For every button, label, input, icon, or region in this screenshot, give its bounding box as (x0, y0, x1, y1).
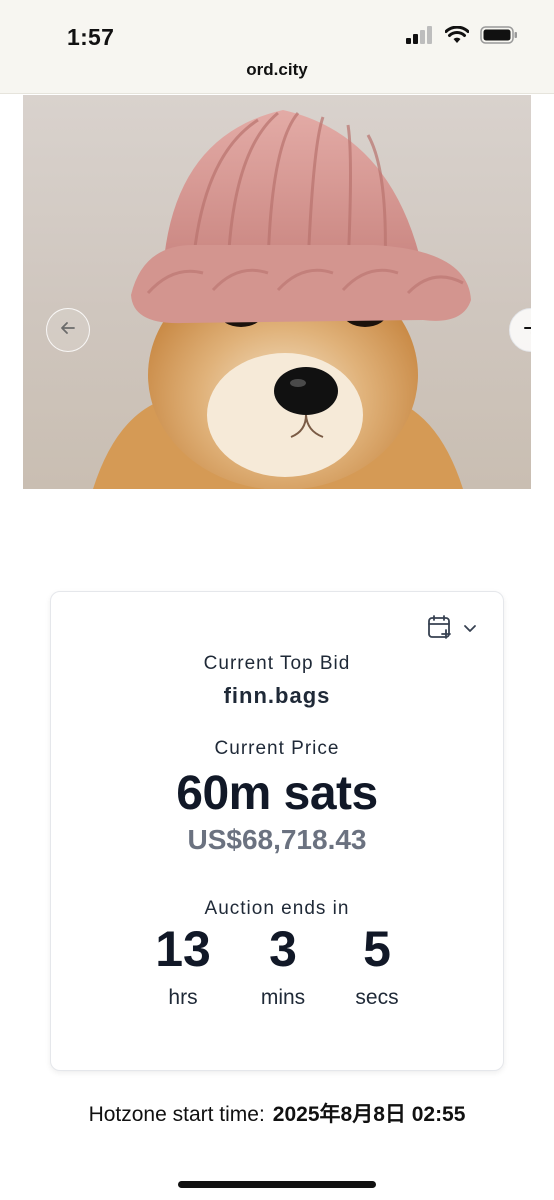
hero-carousel (23, 95, 531, 489)
status-time: 1:57 (67, 24, 115, 50)
home-indicator[interactable] (178, 1181, 376, 1188)
hotzone-value: 2025年8月8日 02:55 (272, 1103, 466, 1126)
top-bidder[interactable]: finn.bags (51, 683, 503, 709)
auction-ends-label: Auction ends in (204, 898, 350, 919)
countdown-unit: secs (355, 986, 399, 1009)
battery-icon (480, 26, 518, 49)
chevron-down-icon (463, 621, 477, 639)
arrow-left-icon (59, 319, 77, 342)
countdown-value: 5 (363, 921, 391, 977)
countdown-seconds: 5 secs (317, 924, 437, 1010)
calendar-dropdown[interactable] (427, 614, 477, 645)
wifi-icon (444, 25, 470, 49)
carousel-prev-button[interactable] (46, 308, 90, 352)
dog-with-pink-knit-hat-image (93, 110, 471, 489)
hotzone-start-time: Hotzone start time: 2025年8月8日 02:55 (0, 1098, 554, 1128)
top-bid-label: Current Top Bid (203, 653, 351, 674)
status-icons (406, 25, 518, 49)
url-bar[interactable]: ord.city (0, 60, 554, 80)
price-usd: US$68,718.43 (187, 824, 367, 855)
arrow-right-icon (522, 319, 531, 342)
auction-card: Current Top Bid finn.bags Current Price … (50, 591, 504, 1071)
price-label: Current Price (214, 738, 340, 759)
calendar-add-icon (427, 614, 453, 645)
hotzone-label: Hotzone start time: (88, 1103, 265, 1126)
status-bar: 1:57 ord.city (0, 0, 554, 94)
cellular-signal-icon (406, 26, 434, 49)
current-price: 60m sats (176, 767, 378, 820)
